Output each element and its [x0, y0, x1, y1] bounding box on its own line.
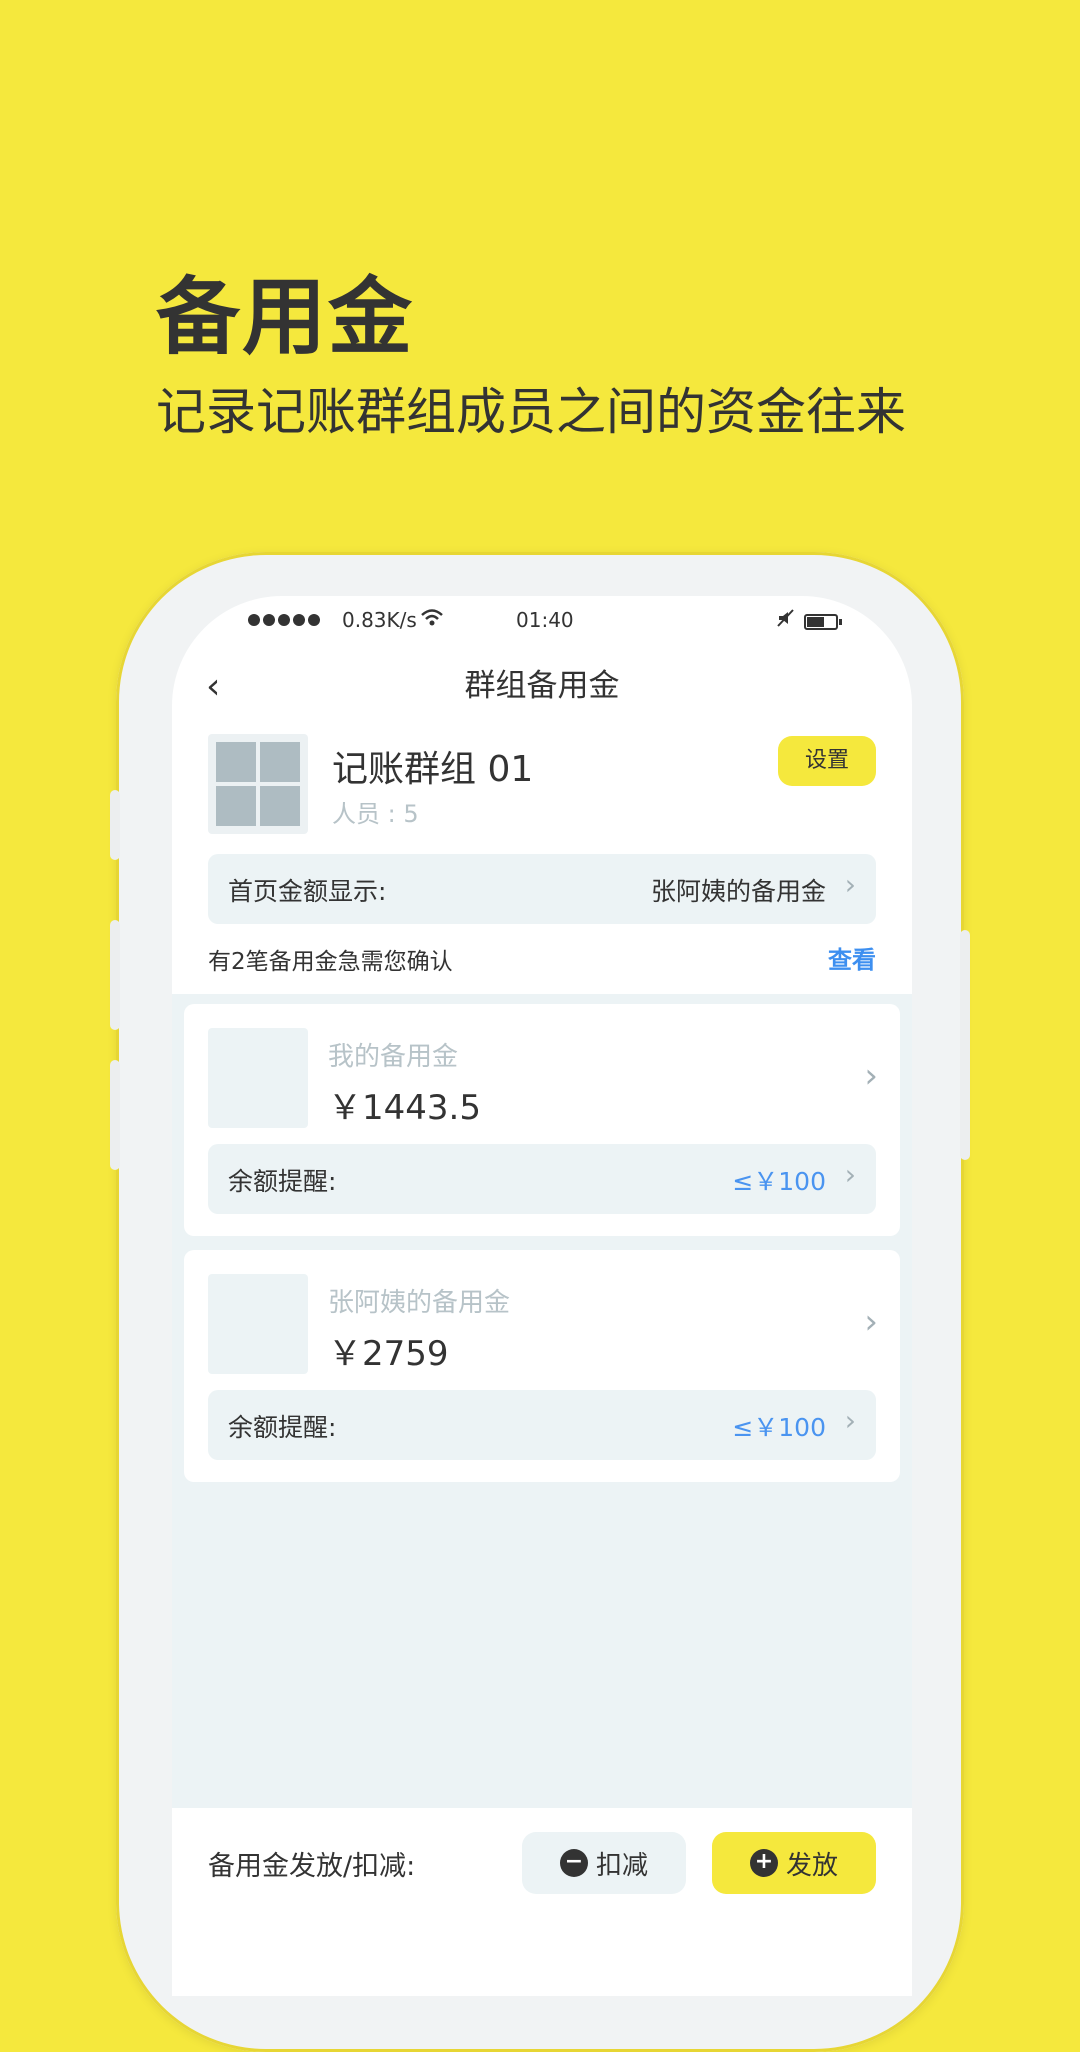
- home-amount-row[interactable]: 首页金额显示: 张阿姨的备用金 ›: [208, 854, 876, 924]
- fund-card[interactable]: 我的备用金 ￥1443.5 › 余额提醒: ≤￥100 ›: [184, 1004, 900, 1236]
- view-link[interactable]: 查看: [828, 940, 876, 975]
- fund-card-icon: [208, 1028, 308, 1128]
- phone-side-button: [110, 920, 120, 1030]
- hero-subtitle: 记录记账群组成员之间的资金往来: [156, 383, 906, 441]
- fund-card-icon: [208, 1274, 308, 1374]
- page-title: 群组备用金: [464, 668, 620, 704]
- plus-circle-icon: +: [749, 1849, 778, 1877]
- balance-reminder-row[interactable]: 余额提醒: ≤￥100 ›: [208, 1144, 876, 1214]
- bottom-action-bar: 备用金发放/扣减: − 扣减 + 发放: [172, 1808, 912, 1996]
- phone-side-button: [110, 1060, 120, 1170]
- status-bar: 0.83K/s 01:40: [172, 596, 912, 652]
- balance-reminder-value: ≤￥100: [732, 1167, 826, 1196]
- signal-icon: [248, 614, 320, 626]
- pending-notice: 有2笔备用金急需您确认: [208, 949, 453, 975]
- group-name: 记账群组 01: [332, 749, 534, 790]
- mute-icon: [776, 608, 796, 633]
- chevron-right-icon: ›: [864, 1302, 878, 1342]
- balance-reminder-label: 余额提醒:: [228, 1413, 337, 1442]
- issue-button[interactable]: + 发放: [712, 1832, 876, 1894]
- balance-reminder-label: 余额提醒:: [228, 1167, 337, 1196]
- balance-reminder-row[interactable]: 余额提醒: ≤￥100 ›: [208, 1390, 876, 1460]
- fund-card-name: 我的备用金: [328, 1042, 459, 1072]
- fund-card-amount: ￥1443.5: [328, 1088, 481, 1128]
- balance-reminder-value: ≤￥100: [732, 1413, 826, 1442]
- chevron-right-icon: ›: [844, 1158, 856, 1191]
- home-amount-label: 首页金额显示:: [228, 877, 387, 906]
- settings-button[interactable]: 设置: [778, 736, 876, 786]
- phone-side-button: [110, 790, 120, 860]
- chevron-right-icon: ›: [844, 1404, 856, 1437]
- fund-card-name: 张阿姨的备用金: [328, 1288, 511, 1318]
- battery-icon: [804, 614, 842, 630]
- issue-button-label: 发放: [785, 1850, 838, 1881]
- network-speed: 0.83K/s: [342, 608, 417, 632]
- phone-screen: 0.83K/s 01:40 ‹ 群组备用金 记账群组 01 人员 : 5 设置 …: [172, 596, 912, 1996]
- battery-level: [807, 617, 824, 627]
- deduct-button-label: 扣减: [595, 1850, 648, 1881]
- fund-card[interactable]: 张阿姨的备用金 ￥2759 › 余额提醒: ≤￥100 ›: [184, 1250, 900, 1482]
- deduct-button[interactable]: − 扣减: [522, 1832, 686, 1894]
- wifi-icon: [420, 608, 444, 633]
- hero-title: 备用金: [156, 268, 415, 366]
- home-amount-value: 张阿姨的备用金: [650, 877, 826, 906]
- group-members: 人员 : 5: [332, 800, 419, 828]
- clock: 01:40: [516, 608, 574, 632]
- bottom-action-label: 备用金发放/扣减:: [208, 1851, 416, 1882]
- group-avatar: [208, 734, 308, 834]
- minus-circle-icon: −: [559, 1849, 588, 1877]
- chevron-right-icon: ›: [844, 868, 856, 901]
- fund-card-amount: ￥2759: [328, 1334, 449, 1374]
- chevron-right-icon: ›: [864, 1056, 878, 1096]
- phone-side-button: [960, 930, 970, 1160]
